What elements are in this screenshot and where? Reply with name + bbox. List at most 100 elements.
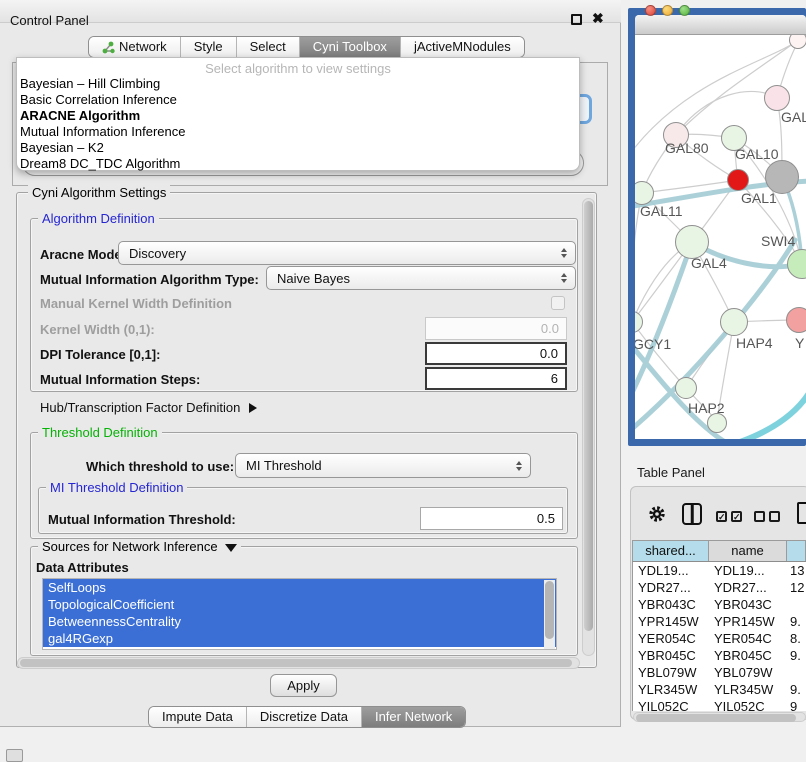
network-node[interactable] [707, 413, 727, 433]
collapse-down-icon [225, 544, 237, 552]
settings-group-title: Cyni Algorithm Settings [28, 185, 170, 200]
manual-kernel-label: Manual Kernel Width Definition [40, 296, 232, 311]
algorithm-option[interactable]: Basic Correlation Inference [17, 92, 579, 108]
network-node[interactable] [720, 308, 748, 336]
mi-steps-label: Mutual Information Steps: [40, 372, 200, 387]
zoom-traffic-light-icon[interactable] [679, 5, 690, 16]
network-node-label: GAL80 [665, 140, 709, 156]
tab-infer-network[interactable]: Infer Network [361, 707, 465, 727]
manual-kernel-checkbox[interactable] [551, 296, 565, 310]
mi-threshold-label: Mutual Information Threshold: [48, 512, 236, 527]
columns-icon[interactable] [682, 503, 702, 525]
control-panel-tabbar: Network Style Select Cyni Toolbox jActiv… [88, 36, 525, 58]
network-node[interactable] [764, 85, 790, 111]
close-icon[interactable]: ✖ [592, 10, 604, 27]
data-attributes-label: Data Attributes [36, 560, 129, 575]
table-row[interactable]: YPR145W YPR145W 9. [633, 613, 806, 630]
table-row[interactable]: YDR27... YDR27... 12 [633, 579, 806, 596]
table-row[interactable]: YBL079W YBL079W [633, 664, 806, 681]
which-threshold-combobox[interactable]: MI Threshold [235, 453, 531, 478]
aracne-mode-combobox[interactable]: Discovery [118, 241, 576, 265]
unchecked-box-icon[interactable] [754, 511, 765, 522]
mi-threshold-field[interactable]: 0.5 [420, 507, 563, 530]
attribute-item-selected[interactable]: BetweennessCentrality [43, 613, 556, 630]
kernel-width-label: Kernel Width (0,1): [40, 322, 155, 337]
tab-cyni-toolbox[interactable]: Cyni Toolbox [299, 37, 400, 57]
attribute-item-selected[interactable]: SelfLoops [43, 579, 556, 596]
dpi-tolerance-field[interactable]: 0.0 [425, 342, 567, 365]
close-traffic-light-icon[interactable] [645, 5, 656, 16]
network-canvas[interactable]: GALGAL80GAL10GAL1GAL11GAL4SWI4GCY1HAP4YH… [635, 35, 806, 439]
sources-group-title[interactable]: Sources for Network Inference [38, 539, 241, 554]
table-horizontal-scrollbar[interactable] [633, 712, 806, 722]
application-root: Control Panel ✖ Network Style Select Cyn… [0, 0, 806, 762]
network-node-label: Y [795, 335, 804, 351]
unchecked-box-icon[interactable] [769, 511, 780, 522]
network-icon [102, 41, 115, 54]
attribute-item-selected[interactable]: TopologicalCoefficient [43, 596, 556, 613]
mi-threshold-definition-title: MI Threshold Definition [46, 480, 187, 495]
algorithm-option[interactable]: Dream8 DC_TDC Algorithm [17, 156, 579, 172]
mi-steps-field[interactable]: 6 [425, 367, 567, 390]
control-panel-titlebar [0, 0, 621, 23]
bottom-tabbar: Impute Data Discretize Data Infer Networ… [148, 706, 466, 728]
checked-box-icon[interactable]: ✓ [731, 511, 742, 522]
file-icon[interactable] [797, 502, 806, 524]
which-threshold-label: Which threshold to use: [86, 459, 234, 474]
kernel-width-field[interactable]: 0.0 [425, 317, 567, 340]
minimize-traffic-light-icon[interactable] [662, 5, 673, 16]
network-node-label: GAL10 [735, 146, 779, 162]
table-row[interactable]: YBR043C YBR043C [633, 596, 806, 613]
table-row[interactable]: YDL19... YDL19... 13 [633, 562, 806, 579]
algorithm-option[interactable]: Mutual Information Inference [17, 124, 579, 140]
threshold-definition-title: Threshold Definition [38, 425, 162, 440]
mi-type-combobox[interactable]: Naive Bayes [266, 266, 576, 290]
network-node[interactable] [675, 377, 697, 399]
algorithm-option-selected[interactable]: ARACNE Algorithm [17, 108, 579, 124]
tab-select[interactable]: Select [236, 37, 299, 57]
table-row[interactable]: YIL052C YIL052C 9 [633, 698, 806, 711]
network-node[interactable] [786, 307, 806, 333]
spinner-arrows-icon [561, 273, 568, 283]
apply-button[interactable]: Apply [270, 674, 337, 697]
float-window-icon[interactable] [571, 14, 582, 25]
network-node-label: HAP4 [736, 335, 773, 351]
gear-icon[interactable] [647, 504, 667, 524]
table-header: shared... name [632, 540, 806, 562]
column-header-partial[interactable] [787, 541, 806, 561]
hub-definition-expander[interactable]: Hub/Transcription Factor Definition [40, 400, 257, 415]
network-node-label: GAL4 [691, 255, 727, 271]
attributes-list-scrollbar[interactable] [544, 580, 555, 650]
network-window-titlebar[interactable] [635, 15, 806, 35]
column-header-name[interactable]: name [709, 541, 787, 561]
tab-jactivemnodules[interactable]: jActiveMNodules [400, 37, 524, 57]
settings-vertical-scrollbar[interactable] [582, 198, 595, 656]
tab-style[interactable]: Style [180, 37, 236, 57]
table-panel-title: Table Panel [637, 465, 705, 480]
table-row[interactable]: YBR045C YBR045C 9. [633, 647, 806, 664]
network-node[interactable] [727, 169, 749, 191]
algorithm-definition-title: Algorithm Definition [38, 211, 159, 226]
control-panel-title: Control Panel [10, 13, 89, 28]
table-row[interactable]: YER054C YER054C 8. [633, 630, 806, 647]
table-row[interactable]: YLR345W YLR345W 9. [633, 681, 806, 698]
expand-right-icon [249, 403, 257, 413]
docked-panel-icon[interactable] [6, 749, 23, 762]
checked-box-icon[interactable]: ✓ [716, 511, 727, 522]
dpi-tolerance-label: DPI Tolerance [0,1]: [40, 347, 160, 362]
network-node[interactable] [765, 160, 799, 194]
tab-impute-data[interactable]: Impute Data [149, 707, 246, 727]
column-header-shared[interactable]: shared... [633, 541, 709, 561]
algorithm-option[interactable]: Bayesian – Hill Climbing [17, 76, 579, 92]
network-node[interactable] [789, 35, 806, 49]
network-node-label: GCY1 [635, 336, 671, 352]
network-node-label: GAL1 [741, 190, 777, 206]
tab-network[interactable]: Network [89, 37, 180, 57]
network-node[interactable] [675, 225, 709, 259]
tab-discretize-data[interactable]: Discretize Data [246, 707, 361, 727]
attribute-item-selected[interactable]: gal4RGexp [43, 630, 556, 647]
algorithm-option[interactable]: Bayesian – K2 [17, 140, 579, 156]
tab-network-label: Network [119, 37, 167, 57]
spinner-arrows-icon [516, 461, 523, 471]
settings-horizontal-scrollbar[interactable] [17, 657, 580, 669]
